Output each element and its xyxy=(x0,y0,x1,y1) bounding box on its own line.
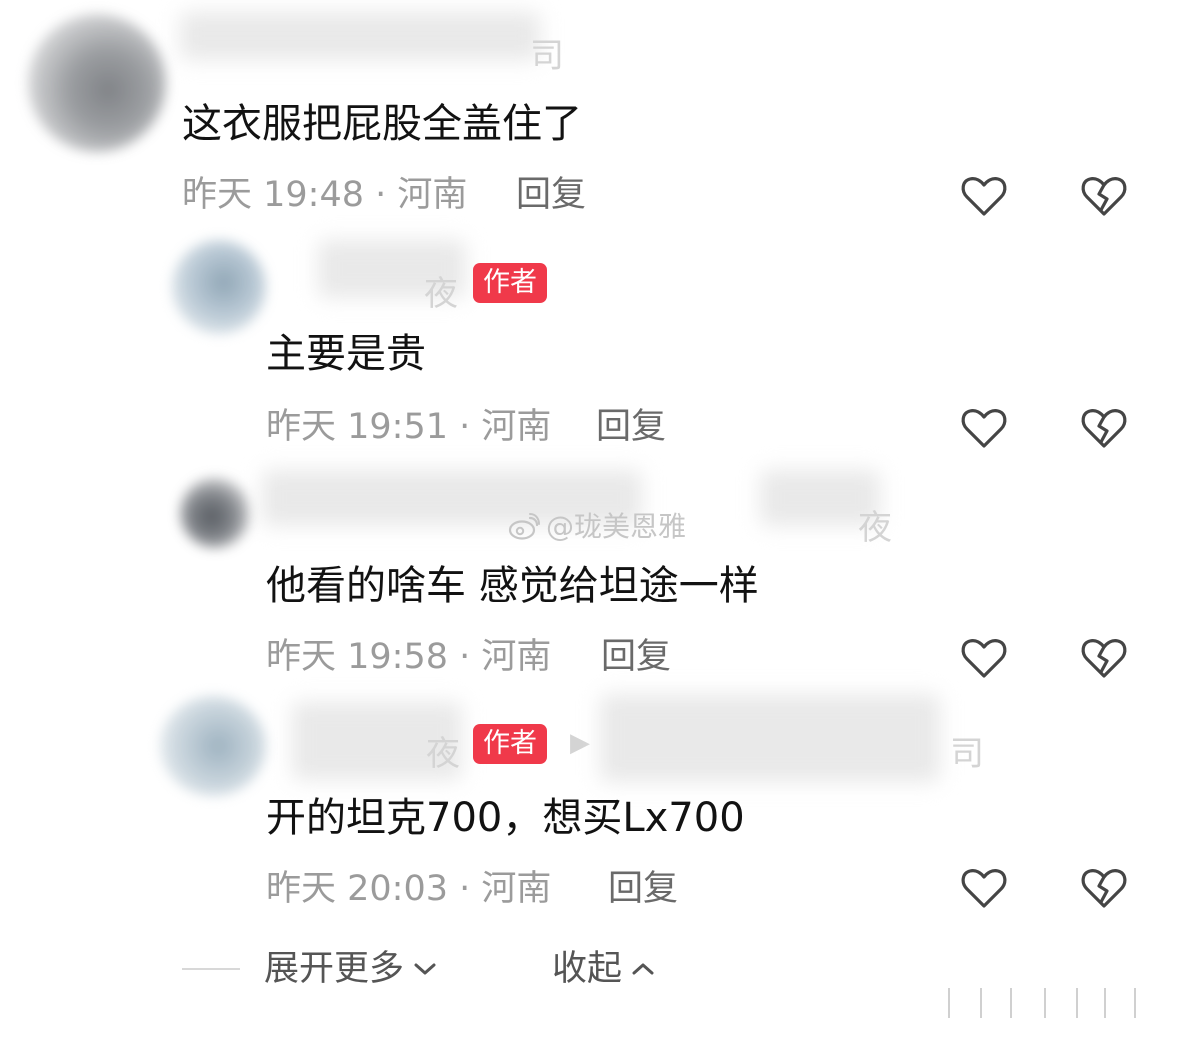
comment-meta: 昨天 20:03 · 河南 xyxy=(266,869,552,909)
arrow-right-icon: ▶ xyxy=(570,728,590,758)
watermark-text: @珑美恩雅 xyxy=(546,510,687,543)
heart-icon[interactable] xyxy=(958,862,1010,914)
heart-icon[interactable] xyxy=(958,632,1010,684)
collapse-button[interactable]: 收起 xyxy=(552,948,656,990)
username-fragment: 司 xyxy=(530,36,564,76)
comment-text: 开的坦克700，想买Lx700 xyxy=(266,795,745,841)
avatar[interactable] xyxy=(180,478,250,548)
username-fragment: 夜 xyxy=(858,508,892,548)
comment-meta: 昨天 19:48 · 河南 xyxy=(182,175,468,215)
comment-text: 主要是贵 xyxy=(266,331,426,377)
divider xyxy=(182,968,240,970)
username-fragment: 夜 xyxy=(426,734,460,774)
broken-heart-icon[interactable] xyxy=(1078,170,1130,222)
comment-text: 他看的啥车 感觉给坦途一样 xyxy=(266,563,759,609)
username-blurred xyxy=(600,694,940,782)
username-fragment: 夜 xyxy=(424,274,458,314)
watermark: @珑美恩雅 xyxy=(508,510,686,544)
avatar[interactable] xyxy=(28,14,166,152)
avatar[interactable] xyxy=(160,696,266,796)
reply-button[interactable]: 回复 xyxy=(596,406,666,448)
reply-button[interactable]: 回复 xyxy=(608,868,678,910)
comment-text: 这衣服把屁股全盖住了 xyxy=(182,101,582,147)
chevron-up-icon xyxy=(632,963,654,975)
reply-button[interactable]: 回复 xyxy=(516,174,586,216)
heart-icon[interactable] xyxy=(958,170,1010,222)
avatar[interactable] xyxy=(172,240,266,334)
broken-heart-icon[interactable] xyxy=(1078,862,1130,914)
weibo-logo-icon xyxy=(508,513,540,540)
reply-button[interactable]: 回复 xyxy=(601,636,671,678)
author-badge: 作者 xyxy=(473,263,547,303)
broken-heart-icon[interactable] xyxy=(1078,402,1130,454)
comment-meta: 昨天 19:58 · 河南 xyxy=(266,637,552,677)
username-fragment: 司 xyxy=(950,734,984,774)
broken-heart-icon[interactable] xyxy=(1078,632,1130,684)
expand-more-button[interactable]: 展开更多 xyxy=(264,948,438,990)
heart-icon[interactable] xyxy=(958,402,1010,454)
expand-more-label: 展开更多 xyxy=(264,949,405,989)
comment-meta: 昨天 19:51 · 河南 xyxy=(266,407,552,447)
collapse-label: 收起 xyxy=(552,949,623,989)
chevron-down-icon xyxy=(414,963,436,975)
author-badge: 作者 xyxy=(473,724,547,764)
username-blurred[interactable] xyxy=(180,12,540,60)
